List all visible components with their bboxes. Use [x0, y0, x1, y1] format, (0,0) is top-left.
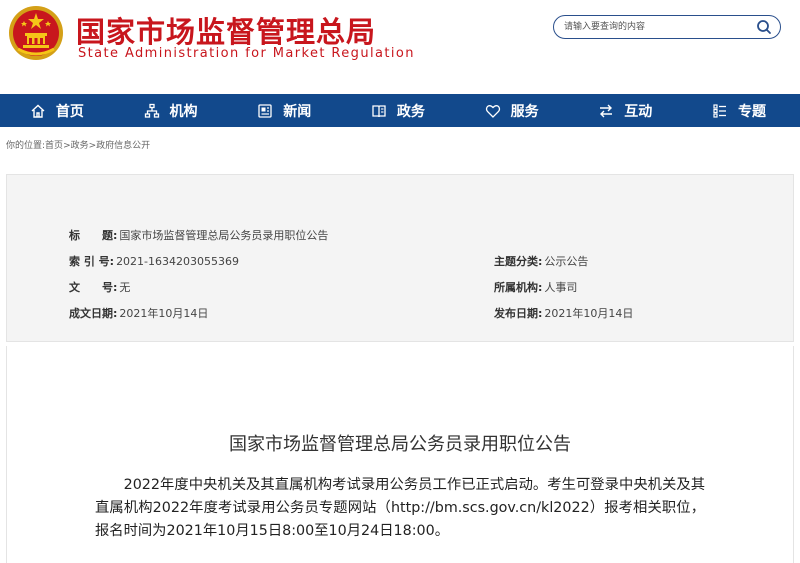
breadcrumb: 你的位置:首页>政务>政府信息公开 — [6, 138, 150, 151]
nav-label-news: 新闻 — [283, 103, 312, 120]
nav-item-news[interactable]: 新闻 — [227, 94, 341, 127]
info-org-row: 所属机构: 人事司 — [494, 279, 577, 295]
breadcrumb-prefix: 你的位置: — [6, 141, 46, 151]
nav-item-org[interactable]: 机构 — [114, 94, 228, 127]
search-icon[interactable] — [756, 19, 772, 35]
info-docno-label: 文 号: — [69, 281, 118, 294]
info-title-value: 国家市场监督管理总局公务员录用职位公告 — [119, 229, 329, 242]
breadcrumb-home[interactable]: 首页 — [45, 141, 63, 151]
info-index-value: 2021-1634203055369 — [116, 255, 240, 268]
news-icon — [258, 103, 272, 118]
site-name-cn[interactable]: 国家市场监督管理总局 — [76, 9, 376, 51]
article-body: 2022年度中央机关及其直属机构考试录用公务员工作已正式启动。考生可登录中央机关… — [95, 474, 705, 543]
breadcrumb-gov-info[interactable]: 政府信息公开 — [96, 141, 150, 151]
info-org-value: 人事司 — [544, 281, 578, 294]
info-created-row: 成文日期: 2021年10月14日 — [69, 305, 208, 321]
breadcrumb-affairs[interactable]: 政务 — [71, 141, 89, 151]
site-name-en[interactable]: State Administration for Market Regulati… — [78, 46, 415, 61]
topics-icon — [713, 103, 726, 118]
info-created-label: 成文日期: — [69, 307, 118, 320]
nav-item-affairs[interactable]: 政务 — [341, 94, 455, 127]
home-icon — [31, 104, 45, 118]
nav-item-topics[interactable]: 专题 — [682, 94, 796, 127]
info-category-value: 公示公告 — [544, 255, 589, 268]
national-emblem-icon[interactable] — [8, 5, 64, 61]
article-title: 国家市场监督管理总局公务员录用职位公告 — [229, 434, 571, 455]
info-published-value: 2021年10月14日 — [544, 307, 634, 320]
info-docno-row: 文 号: 无 — [69, 279, 130, 295]
document-info-panel: 标 题: 国家市场监督管理总局公务员录用职位公告 索 引 号: 2021-16342… — [6, 174, 794, 342]
nav-item-service[interactable]: 服务 — [455, 94, 569, 127]
info-index-label: 索 引 号: — [69, 255, 115, 268]
info-docno-value: 无 — [119, 281, 131, 294]
info-category-label: 主题分类: — [494, 255, 543, 268]
search-box — [553, 15, 781, 39]
info-created-value: 2021年10月14日 — [119, 307, 209, 320]
nav-label-interact: 互动 — [624, 103, 653, 120]
affairs-icon — [372, 104, 386, 117]
exchange-icon — [600, 104, 613, 117]
article-paragraph: 2022年度中央机关及其直属机构考试录用公务员工作已正式启动。考生可登录中央机关… — [95, 477, 705, 539]
main-nav: 首页 机构 新闻 政务 服务 互动 专题 — [0, 94, 800, 127]
site-header: 国家市场监督管理总局 State Administration for Mark… — [0, 0, 800, 94]
org-icon — [144, 103, 159, 118]
nav-label-topics: 专题 — [737, 103, 766, 120]
nav-label-org: 机构 — [169, 103, 198, 120]
info-index-row: 索 引 号: 2021-1634203055369 — [69, 253, 239, 269]
nav-label-affairs: 政务 — [396, 103, 425, 120]
nav-item-interact[interactable]: 互动 — [568, 94, 682, 127]
info-org-label: 所属机构: — [494, 281, 543, 294]
heart-icon — [485, 104, 500, 118]
info-title-label: 标 题: — [69, 229, 118, 242]
breadcrumb-separator: > — [63, 141, 71, 151]
info-published-label: 发布日期: — [494, 307, 543, 320]
nav-label-home: 首页 — [55, 103, 84, 120]
nav-label-service: 服务 — [510, 103, 539, 120]
info-category-row: 主题分类: 公示公告 — [494, 253, 588, 269]
info-title-row: 标 题: 国家市场监督管理总局公务员录用职位公告 — [69, 227, 328, 243]
search-input[interactable] — [564, 18, 744, 36]
info-published-row: 发布日期: 2021年10月14日 — [494, 305, 633, 321]
nav-item-home[interactable]: 首页 — [0, 94, 114, 127]
